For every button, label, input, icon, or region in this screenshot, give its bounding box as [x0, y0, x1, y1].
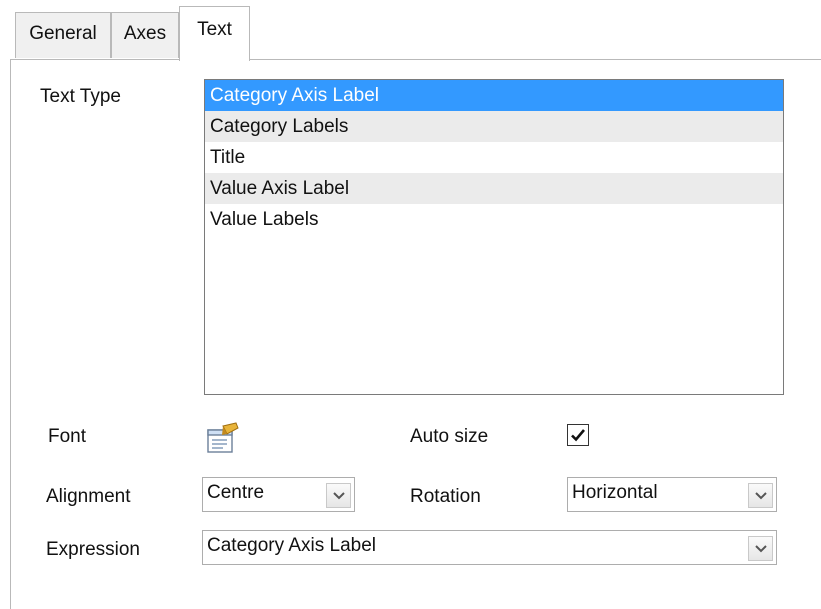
- alignment-dropdown-arrow[interactable]: [326, 483, 351, 508]
- tab-strip: General Axes Text: [0, 0, 821, 61]
- font-properties-icon: [207, 422, 239, 453]
- expression-value: Category Axis Label: [207, 535, 376, 556]
- expression-label: Expression: [46, 539, 140, 560]
- auto-size-label: Auto size: [410, 426, 489, 447]
- tab-general[interactable]: General: [15, 12, 111, 58]
- text-type-label: Text Type: [40, 86, 121, 107]
- font-button[interactable]: [204, 420, 240, 456]
- tab-text[interactable]: Text: [179, 6, 250, 61]
- tab-axes[interactable]: Axes: [111, 12, 179, 58]
- chevron-down-icon: [754, 491, 767, 499]
- expression-dropdown[interactable]: Category Axis Label: [202, 530, 777, 565]
- panel-border-top: [10, 59, 821, 60]
- text-type-item-category-axis-label[interactable]: Category Axis Label: [205, 80, 783, 111]
- text-type-listbox[interactable]: Category Axis Label Category Labels Titl…: [204, 79, 784, 395]
- text-type-item-value-axis-label[interactable]: Value Axis Label: [205, 173, 783, 204]
- checkmark-icon: [571, 429, 585, 442]
- auto-size-checkbox[interactable]: [567, 424, 589, 446]
- alignment-dropdown[interactable]: Centre: [202, 477, 355, 512]
- rotation-dropdown-arrow[interactable]: [748, 483, 773, 508]
- panel-border-left: [10, 59, 11, 609]
- text-type-item-category-labels[interactable]: Category Labels: [205, 111, 783, 142]
- chevron-down-icon: [754, 544, 767, 552]
- text-type-item-title[interactable]: Title: [205, 142, 783, 173]
- chevron-down-icon: [332, 491, 345, 499]
- alignment-label: Alignment: [46, 486, 131, 507]
- expression-dropdown-arrow[interactable]: [748, 536, 773, 561]
- rotation-dropdown[interactable]: Horizontal: [567, 477, 777, 512]
- text-type-item-value-labels[interactable]: Value Labels: [205, 204, 783, 235]
- font-label: Font: [48, 426, 87, 447]
- rotation-value: Horizontal: [572, 482, 658, 503]
- rotation-label: Rotation: [410, 486, 481, 507]
- alignment-value: Centre: [207, 482, 265, 503]
